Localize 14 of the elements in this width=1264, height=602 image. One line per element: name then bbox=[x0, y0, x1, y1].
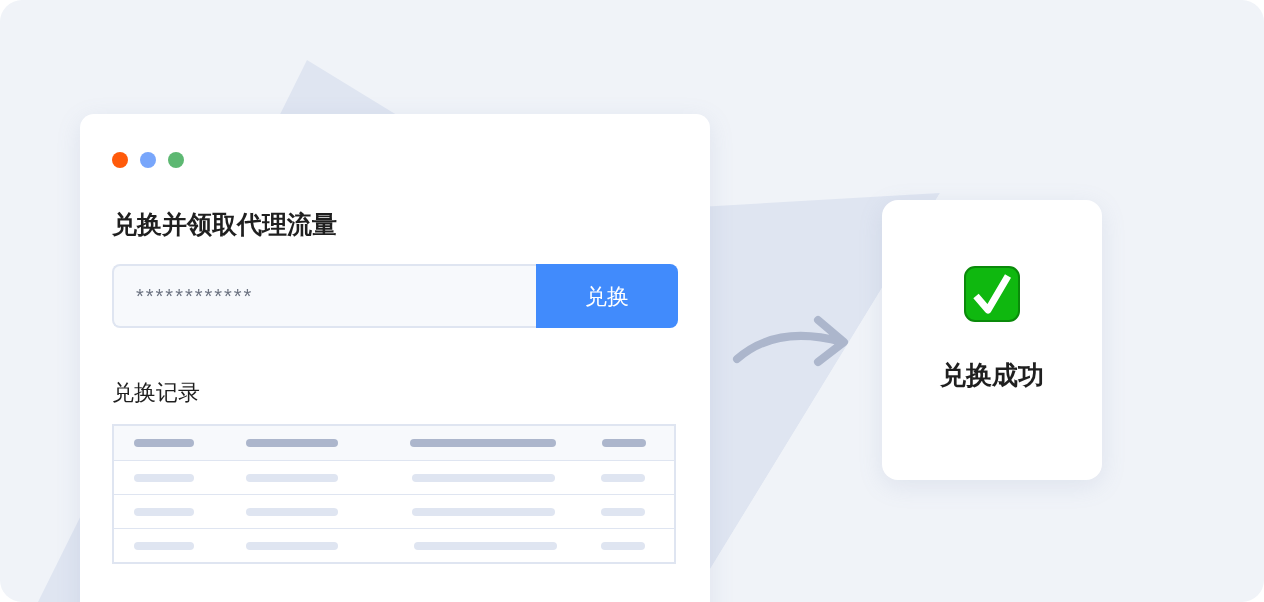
skeleton-bar bbox=[134, 541, 194, 550]
records-heading: 兑换记录 bbox=[112, 379, 200, 407]
skeleton-bar bbox=[601, 507, 645, 516]
code-field[interactable]: ************ bbox=[112, 264, 536, 328]
check-icon bbox=[964, 266, 1020, 322]
skeleton-bar bbox=[602, 439, 646, 447]
redeem-button[interactable]: 兑换 bbox=[536, 264, 678, 328]
skeleton-bar bbox=[134, 507, 194, 516]
skeleton-bar bbox=[601, 541, 645, 550]
skeleton-bar bbox=[134, 439, 194, 447]
success-message: 兑换成功 bbox=[940, 359, 1044, 392]
form-title: 兑换并领取代理流量 bbox=[112, 209, 337, 240]
skeleton-bar bbox=[134, 473, 194, 482]
skeleton-bar bbox=[601, 473, 645, 482]
